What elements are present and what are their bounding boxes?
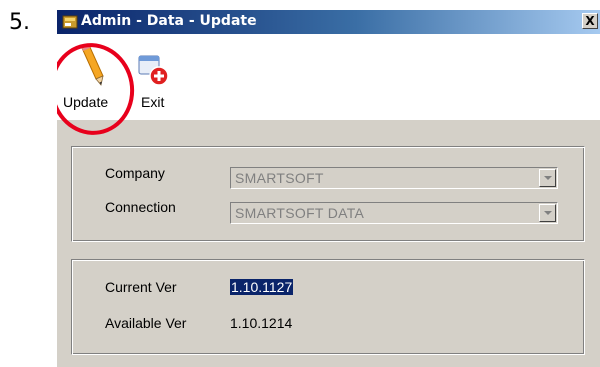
close-icon: X — [585, 14, 595, 28]
window-title: Admin - Data - Update — [81, 13, 257, 29]
company-label: Company — [105, 165, 165, 181]
exit-button[interactable]: Exit — [133, 34, 183, 120]
company-select[interactable]: SMARTSOFT — [230, 167, 558, 189]
connection-select[interactable]: SMARTSOFT DATA — [230, 202, 558, 224]
available-ver-value: 1.10.1214 — [230, 315, 293, 331]
toolbar: Update Exit — [57, 34, 600, 142]
exit-label: Exit — [141, 94, 165, 110]
exit-icon — [138, 55, 169, 86]
connection-value: SMARTSOFT DATA — [235, 205, 365, 221]
chevron-down-icon — [543, 176, 552, 180]
company-dropdown-button[interactable] — [539, 169, 556, 187]
app-window-icon — [62, 15, 78, 29]
available-ver-label: Available Ver — [105, 315, 187, 331]
chevron-down-icon — [543, 211, 552, 215]
connection-label: Connection — [105, 199, 176, 215]
version-group: Current Ver 1.10.1127 Available Ver 1.10… — [71, 259, 585, 355]
title-bar[interactable]: Admin - Data - Update X — [57, 10, 600, 34]
current-ver-value[interactable]: 1.10.1127 — [230, 279, 294, 295]
current-ver-label: Current Ver — [105, 279, 177, 295]
update-button[interactable]: Update — [57, 34, 142, 142]
step-number: 5. — [9, 10, 30, 35]
connection-dropdown-button[interactable] — [539, 204, 556, 222]
connection-group: Company SMARTSOFT Connection SMARTSOFT D… — [71, 146, 585, 242]
current-ver-text: 1.10.1127 — [230, 279, 294, 295]
close-button[interactable]: X — [582, 13, 598, 29]
company-value: SMARTSOFT — [235, 170, 324, 186]
update-window: Admin - Data - Update X Update Exit Comp… — [56, 9, 600, 367]
highlight-circle — [57, 36, 142, 142]
